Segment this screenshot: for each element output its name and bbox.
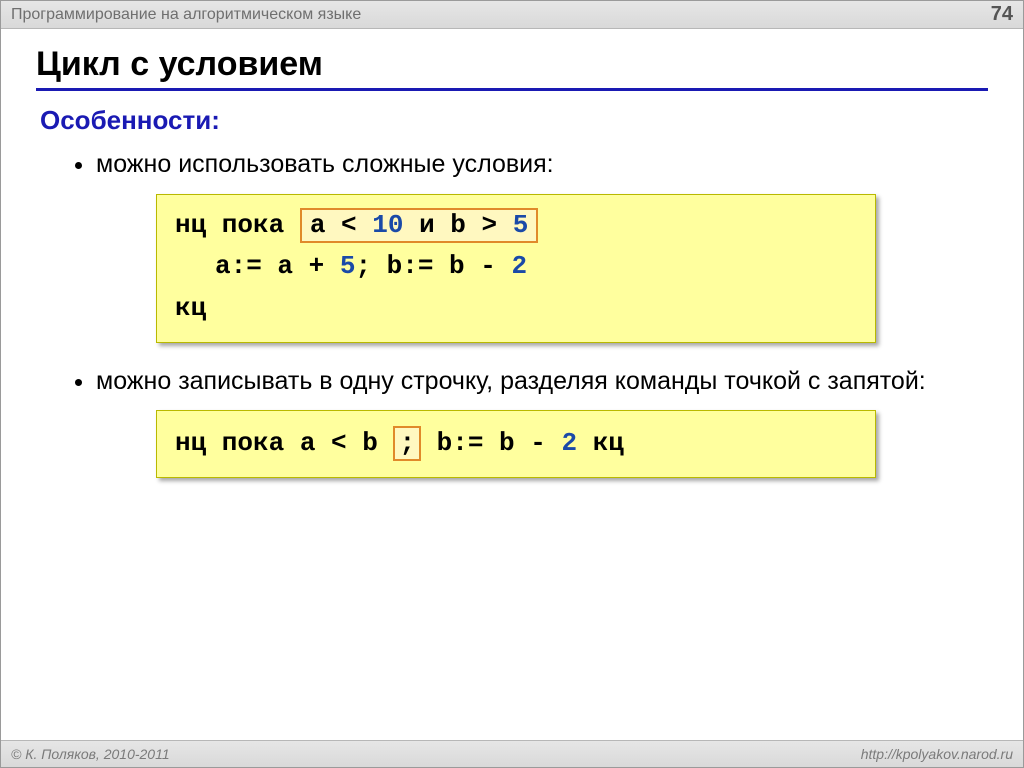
bullet-1: можно использовать сложные условия: (96, 148, 988, 182)
cond-mid: и b > (403, 210, 512, 240)
code1-line2: a:= a + 5; b:= b - 2 (175, 246, 857, 288)
condition-highlight: a < 10 и b > 5 (300, 208, 538, 243)
header-bar: Программирование на алгоритмическом язык… (1, 1, 1023, 29)
footer-bar: © К. Поляков, 2010-2011 http://kpolyakov… (1, 740, 1023, 767)
cond-num-5: 5 (513, 210, 529, 240)
bullet-2: можно записывать в одну строчку, разделя… (96, 365, 988, 399)
code-block-1: нц пока a < 10 и b > 5 a:= a + 5; b:= b … (156, 194, 876, 343)
content-area: Цикл с условием Особенности: можно испол… (1, 29, 1023, 478)
slide: Программирование на алгоритмическом язык… (0, 0, 1024, 768)
code2-pre: нц пока a < b (175, 428, 393, 458)
assign-a: a:= a + (215, 251, 340, 281)
code1-line1: нц пока a < 10 и b > 5 (175, 205, 857, 247)
semicolon: ; (399, 428, 415, 458)
header-title: Программирование на алгоритмическом язык… (11, 6, 361, 24)
assign-sep: ; b:= b - (355, 251, 511, 281)
num-2: 2 (511, 251, 527, 281)
code1-line3: кц (175, 288, 857, 330)
keyword-nc-poka: нц пока (175, 210, 300, 240)
slide-title: Цикл с условием (36, 45, 988, 91)
code-block-2: нц пока a < b ; b:= b - 2 кц (156, 410, 876, 478)
code2-mid: b:= b - (421, 428, 561, 458)
cond-num-10: 10 (372, 210, 403, 240)
footer-url: http://kpolyakov.narod.ru (861, 746, 1013, 762)
footer-copyright: © К. Поляков, 2010-2011 (11, 746, 170, 762)
bullet-list: можно использовать сложные условия: (96, 148, 988, 182)
code2-post: кц (577, 428, 624, 458)
slide-subtitle: Особенности: (40, 105, 988, 136)
code2-num: 2 (561, 428, 577, 458)
num-5: 5 (340, 251, 356, 281)
keyword-kc: кц (175, 293, 206, 323)
bullet-list-2: можно записывать в одну строчку, разделя… (96, 365, 988, 399)
cond-a: a < (310, 210, 372, 240)
page-number: 74 (991, 3, 1013, 26)
semicolon-highlight: ; (393, 426, 421, 461)
code2-line1: нц пока a < b ; b:= b - 2 кц (175, 423, 857, 465)
